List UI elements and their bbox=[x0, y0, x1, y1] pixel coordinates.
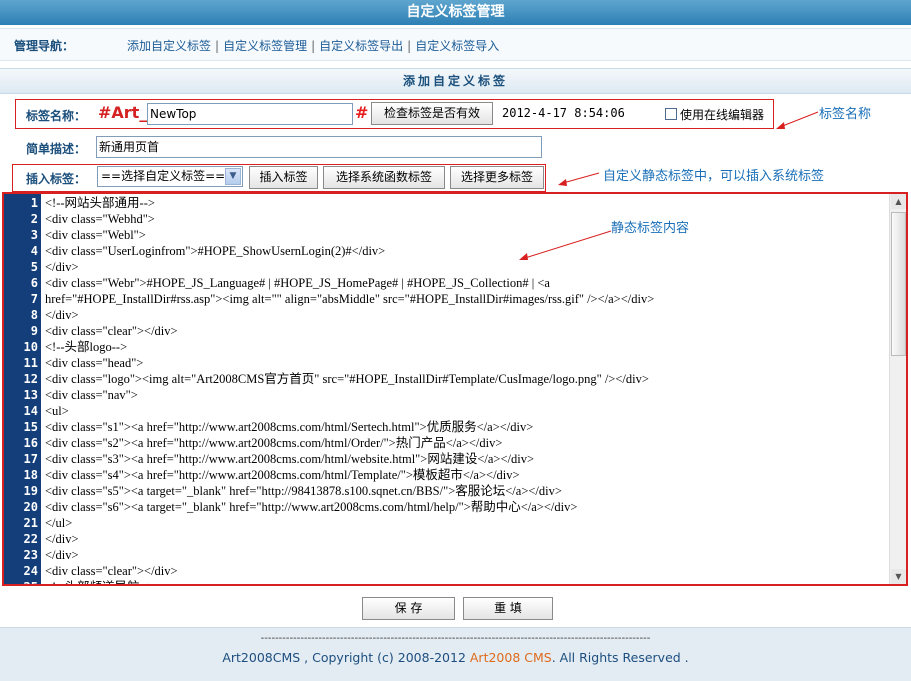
code-line: </div> bbox=[45, 548, 79, 562]
tag-name-input[interactable]: NewTop bbox=[147, 103, 353, 125]
reset-button[interactable]: 重 填 bbox=[463, 597, 553, 620]
tag-content-editor[interactable]: 1234567891011121314151617181920212223242… bbox=[2, 192, 908, 586]
code-line: <div class="s6"><a target="_blank" href=… bbox=[45, 500, 578, 514]
code-line: <div class="s1"><a href="http://www.art2… bbox=[45, 420, 534, 434]
code-line: </ul> bbox=[45, 516, 73, 530]
code-line: <div class="s4"><a href="http://www.art2… bbox=[45, 468, 520, 482]
check-tag-button[interactable]: 检查标签是否有效 bbox=[371, 102, 493, 125]
code-line: <div class="Webl"> bbox=[45, 228, 146, 242]
tag-name-suffix: # bbox=[355, 103, 369, 122]
insert-tag-button[interactable]: 插入标签 bbox=[249, 166, 318, 189]
code-line: <div class="Webr">#HOPE_JS_Language# | #… bbox=[45, 276, 550, 290]
nav-link-export-tags[interactable]: 自定义标签导出 bbox=[319, 39, 403, 53]
scroll-thumb[interactable] bbox=[891, 212, 906, 356]
code-line: <div class="s5"><a target="_blank" href=… bbox=[45, 484, 562, 498]
description-label: 简单描述： bbox=[26, 142, 87, 156]
chevron-down-icon[interactable]: ▼ bbox=[225, 168, 241, 185]
timestamp: 2012-4-17 8:54:06 bbox=[502, 106, 625, 120]
tag-name-label: 标签名称： bbox=[26, 109, 87, 123]
copyright-text: Art2008CMS , Copyright (c) 2008-2012 Art… bbox=[0, 650, 911, 665]
code-line: </div> bbox=[45, 532, 79, 546]
copyright-suffix: . All Rights Reserved . bbox=[551, 650, 689, 665]
insert-tag-label: 插入标签： bbox=[26, 172, 87, 186]
nav-separator: | bbox=[311, 39, 316, 53]
online-editor-label: 使用在线编辑器 bbox=[680, 108, 765, 122]
code-line: <div class="head"> bbox=[45, 356, 144, 370]
code-line: <div class="nav"> bbox=[45, 388, 138, 402]
code-line: <div class="s3"><a href="http://www.art2… bbox=[45, 452, 534, 466]
code-line: <div class="Webhd"> bbox=[45, 212, 155, 226]
page-title: 自定义标签管理 bbox=[0, 0, 911, 25]
nav-link-import-tags[interactable]: 自定义标签导入 bbox=[415, 39, 499, 53]
code-line: <!--网站头部通用--> bbox=[45, 196, 155, 210]
custom-tag-select[interactable]: ==选择自定义标签== ▼ bbox=[97, 166, 243, 187]
code-line: <div class="clear"></div> bbox=[45, 324, 178, 338]
custom-tag-select-value: ==选择自定义标签== bbox=[101, 169, 226, 183]
description-input[interactable]: 新通用页首 bbox=[96, 136, 542, 158]
online-editor-checkbox[interactable] bbox=[665, 108, 677, 120]
code-line: href="#HOPE_InstallDir#rss.asp"><img alt… bbox=[45, 292, 655, 306]
code-line: <ul> bbox=[45, 404, 69, 418]
code-line: </div> bbox=[45, 260, 79, 274]
vertical-scrollbar[interactable]: ▲ ▼ bbox=[889, 194, 906, 584]
code-line: <div class="UserLoginfrom">#HOPE_ShowUse… bbox=[45, 244, 386, 258]
nav-separator: | bbox=[407, 39, 412, 53]
scroll-up-icon[interactable]: ▲ bbox=[891, 194, 906, 209]
management-nav: 管理导航： 添加自定义标签 | 自定义标签管理 | 自定义标签导出 | 自定义标签导入 bbox=[0, 28, 911, 61]
annotation-tag-name: 标签名称 bbox=[819, 107, 872, 122]
code-line: <div class="clear"></div> bbox=[45, 564, 178, 578]
nav-links: 添加自定义标签 | 自定义标签管理 | 自定义标签导出 | 自定义标签导入 bbox=[127, 37, 499, 54]
nav-label: 管理导航： bbox=[14, 39, 75, 53]
copyright-prefix: Art2008CMS , Copyright (c) 2008-2012 bbox=[222, 650, 470, 665]
scroll-down-icon[interactable]: ▼ bbox=[891, 569, 906, 584]
code-area[interactable]: <!--网站头部通用--> <div class="Webhd"> <div cla… bbox=[4, 194, 906, 584]
section-title: 添加自定义标签 bbox=[0, 68, 911, 94]
annotation-arrow-content bbox=[519, 230, 612, 260]
code-line: <!--头部logo--> bbox=[45, 340, 128, 354]
system-function-tag-button[interactable]: 选择系统函数标签 bbox=[323, 166, 445, 189]
code-line: <div class="s2"><a href="http://www.art2… bbox=[45, 436, 503, 450]
code-line: <div class="logo"><img alt="Art2008CMS官方… bbox=[45, 372, 649, 386]
more-tags-button[interactable]: 选择更多标签 bbox=[450, 166, 544, 189]
nav-separator: | bbox=[215, 39, 220, 53]
code-line: </div> bbox=[45, 308, 79, 322]
code-line: <!--头部频道导航--> bbox=[45, 579, 155, 584]
tag-name-prefix: #Art_ bbox=[98, 103, 148, 122]
save-button[interactable]: 保 存 bbox=[362, 597, 455, 620]
footer-brand-link[interactable]: Art2008 CMS bbox=[470, 650, 552, 665]
annotation-arrow-insert bbox=[558, 172, 600, 186]
nav-link-add-tag[interactable]: 添加自定义标签 bbox=[127, 39, 211, 53]
nav-link-manage-tags[interactable]: 自定义标签管理 bbox=[223, 39, 307, 53]
annotation-insert: 自定义静态标签中，可以插入系统标签 bbox=[603, 169, 825, 184]
annotation-content: 静态标签内容 bbox=[611, 221, 690, 236]
footer: ----------------------------------------… bbox=[0, 627, 911, 681]
footer-divider: ----------------------------------------… bbox=[260, 634, 651, 644]
annotation-arrow-name bbox=[776, 111, 819, 129]
